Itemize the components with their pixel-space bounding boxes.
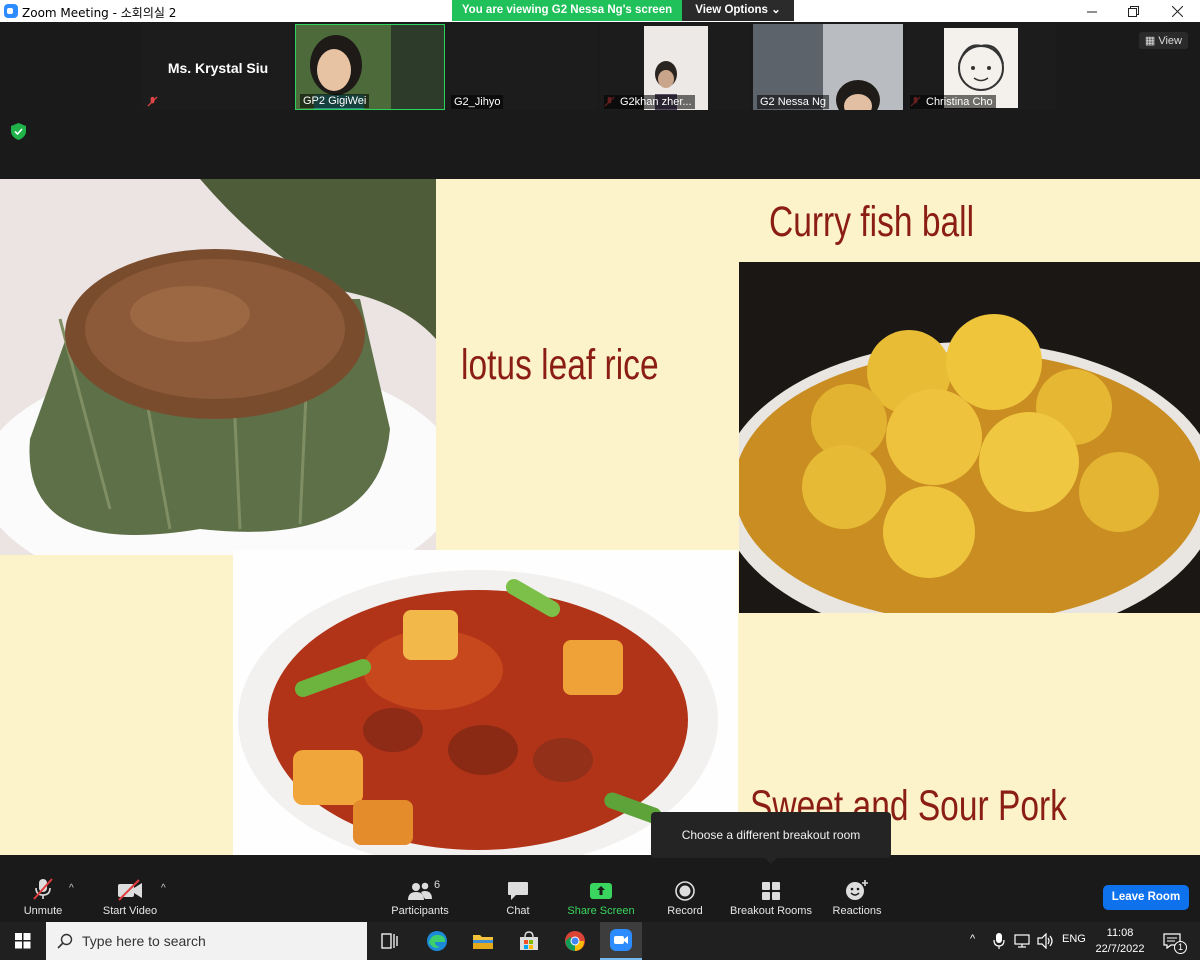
zoom-taskbar-button[interactable] — [600, 922, 642, 960]
participants-button[interactable]: 6 Participants — [387, 875, 453, 917]
breakout-rooms-tooltip: Choose a different breakout room — [651, 812, 891, 864]
breakout-rooms-label: Breakout Rooms — [730, 905, 812, 917]
chat-label: Chat — [506, 905, 530, 917]
record-icon — [675, 881, 695, 901]
sweet-and-sour-pork-photo — [233, 550, 738, 855]
audio-options-caret-icon[interactable]: ^ — [69, 883, 74, 894]
microphone-muted-icon — [33, 878, 53, 900]
participant-name: Christina Cho — [910, 95, 996, 109]
microphone-tray-icon[interactable] — [993, 933, 1005, 949]
curry-fish-ball-photo — [739, 262, 1200, 613]
share-screen-button[interactable]: Share Screen — [565, 875, 637, 917]
record-button[interactable]: Record — [660, 875, 710, 917]
participant-tile[interactable]: Ms. Krystal Siu — [143, 24, 293, 110]
task-view-icon — [381, 933, 398, 949]
share-screen-label: Share Screen — [567, 905, 635, 917]
volume-icon[interactable] — [1037, 933, 1055, 949]
shared-screen: lotus leaf rice Curry fish ball Sweet an… — [0, 179, 1200, 855]
participant-name: G2 Nessa Ng — [757, 95, 830, 109]
chrome-taskbar-button[interactable] — [554, 922, 596, 960]
task-view-button[interactable] — [369, 922, 411, 960]
participant-name-large: Ms. Krystal Siu — [167, 60, 269, 76]
dish-title-curry-fish-ball: Curry fish ball — [769, 198, 975, 246]
participant-tile[interactable]: GP2 GigiWei — [295, 24, 445, 110]
language-indicator[interactable]: ENG — [1062, 933, 1086, 945]
close-icon — [1171, 5, 1183, 17]
reactions-icon — [846, 880, 868, 900]
search-icon — [57, 933, 73, 949]
store-taskbar-button[interactable] — [508, 922, 550, 960]
chat-button[interactable]: Chat — [498, 875, 538, 917]
mic-muted-icon — [147, 96, 158, 107]
start-video-button[interactable]: Start Video — [96, 875, 164, 917]
reactions-button[interactable]: Reactions — [829, 875, 885, 917]
zoom-icon — [610, 929, 632, 951]
clock-date: 22/7/2022 — [1095, 943, 1145, 955]
participant-name: G2_Jihyo — [451, 95, 504, 109]
video-options-caret-icon[interactable]: ^ — [161, 883, 166, 894]
share-screen-icon — [590, 883, 612, 899]
search-placeholder: Type here to search — [82, 933, 206, 949]
title-bar: Zoom Meeting - 소회의실 2 You are viewing G2… — [0, 0, 1200, 22]
minimize-button[interactable] — [1070, 0, 1114, 22]
view-button-label: View — [1158, 35, 1182, 47]
zoom-app-icon — [4, 4, 18, 18]
grid-icon: ▦ — [1144, 35, 1156, 47]
participants-icon — [408, 882, 432, 900]
participants-count: 6 — [434, 879, 441, 891]
participant-tile[interactable]: G2khan zher... — [600, 24, 750, 110]
record-label: Record — [667, 905, 703, 917]
participants-label: Participants — [391, 905, 449, 917]
meeting-controls: Unmute ^ Start Video ^ 6 Participants Ch… — [0, 855, 1200, 922]
breakout-rooms-icon — [762, 882, 780, 900]
minimize-icon — [1087, 11, 1097, 13]
encryption-shield-icon[interactable] — [11, 123, 26, 140]
participant-tile[interactable]: Christina Cho — [906, 24, 1056, 110]
participant-name: GP2 GigiWei — [300, 94, 370, 108]
view-options-label: View Options — [695, 4, 768, 16]
chrome-icon — [565, 931, 585, 951]
start-button[interactable] — [2, 922, 44, 960]
clock-time: 11:08 — [1106, 927, 1134, 939]
taskbar-clock[interactable]: 11:08 22/7/2022 — [1092, 925, 1148, 957]
windows-taskbar: Type here to search ^ ENG 11:08 22/7/202… — [0, 922, 1200, 960]
folder-icon — [473, 935, 493, 949]
chevron-down-icon: ⌄ — [771, 4, 781, 16]
participant-tile[interactable]: G2_Jihyo — [447, 24, 597, 110]
leave-room-button[interactable]: Leave Room — [1103, 885, 1189, 910]
unmute-button[interactable]: Unmute — [14, 875, 72, 917]
participant-gallery: Ms. Krystal Siu GP2 GigiWei G2_Jihyo G2k… — [0, 22, 1200, 179]
close-button[interactable] — [1155, 0, 1199, 22]
edge-browser-icon — [427, 931, 447, 951]
reactions-label: Reactions — [832, 905, 882, 917]
video-off-icon — [118, 879, 142, 901]
taskbar-search-box[interactable]: Type here to search — [46, 922, 367, 960]
dish-title-lotus-leaf-rice: lotus leaf rice — [461, 341, 659, 389]
windows-logo-icon — [15, 933, 31, 949]
restore-button[interactable] — [1111, 0, 1155, 22]
start-video-label: Start Video — [102, 905, 158, 917]
participant-name: G2khan zher... — [604, 95, 695, 109]
notification-count-badge: 1 — [1174, 941, 1188, 954]
edge-taskbar-button[interactable] — [416, 922, 458, 960]
show-hidden-icons-icon[interactable]: ^ — [970, 933, 975, 945]
breakout-rooms-button[interactable]: Breakout Rooms — [727, 875, 815, 917]
store-bag-icon — [520, 931, 538, 950]
participant-tile[interactable]: G2 Nessa Ng — [753, 24, 903, 110]
file-explorer-taskbar-button[interactable] — [462, 922, 504, 960]
notifications-button[interactable]: 1 — [1154, 922, 1190, 960]
lotus-leaf-rice-photo — [0, 179, 436, 555]
network-icon[interactable] — [1014, 933, 1030, 949]
viewing-screen-banner: You are viewing G2 Nessa Ng's screen — [452, 0, 682, 21]
chat-icon — [508, 882, 528, 900]
restore-icon — [1127, 5, 1139, 17]
unmute-label: Unmute — [23, 905, 63, 917]
view-options-button[interactable]: View Options ⌄ — [682, 0, 794, 21]
window-title: Zoom Meeting - 소회의실 2 — [22, 6, 177, 20]
view-button[interactable]: ▦ View — [1138, 32, 1188, 49]
